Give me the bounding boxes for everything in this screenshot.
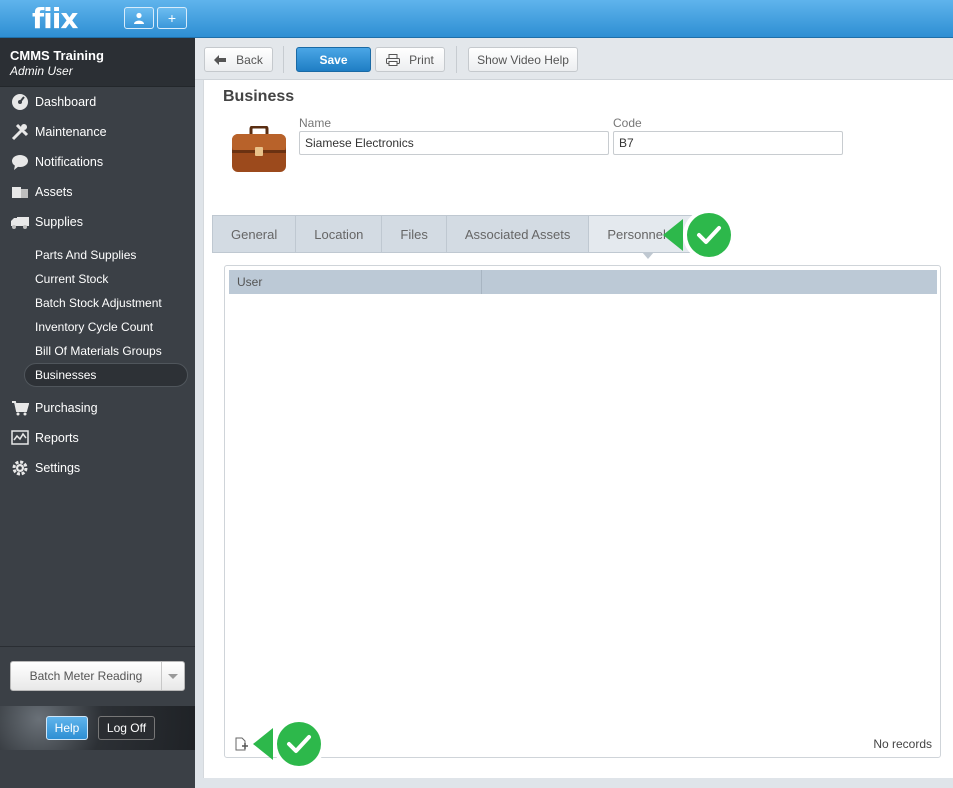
briefcase-icon: [232, 126, 286, 172]
sidebar-item-label: Assets: [35, 185, 73, 199]
sidebar-item-label: Maintenance: [35, 125, 107, 139]
sidebar-item-purchasing[interactable]: Purchasing: [10, 397, 98, 419]
tab-general[interactable]: General: [212, 215, 296, 253]
sidebar-item-settings[interactable]: Settings: [10, 457, 80, 479]
sidebar-header: CMMS Training Admin User: [0, 38, 195, 87]
sidebar-item-label: Dashboard: [35, 95, 97, 109]
user-role: Admin User: [10, 64, 73, 78]
toolbar-divider: [456, 46, 457, 73]
sidebar-item-supplies[interactable]: Supplies: [10, 211, 83, 233]
back-button[interactable]: Back: [204, 47, 273, 72]
sidebar-item-label: Reports: [35, 431, 79, 445]
page-title: Business: [223, 88, 295, 105]
show-video-help-label: Show Video Help: [477, 52, 569, 67]
toolbar: Back Save Print Show Video Help: [195, 38, 953, 80]
arrow-left-icon: [214, 54, 227, 65]
dashboard-icon: [10, 93, 30, 111]
truck-icon: [10, 213, 30, 231]
batch-meter-reading-label: Batch Meter Reading: [11, 662, 162, 690]
name-label: Name: [299, 116, 332, 130]
tools-icon: [10, 123, 30, 141]
grid-header: User: [229, 270, 937, 294]
user-profile-button[interactable]: [124, 7, 154, 29]
help-button[interactable]: Help: [46, 716, 88, 740]
add-new-button[interactable]: +: [157, 7, 187, 29]
code-label: Code: [613, 116, 642, 130]
sidebar-item-assets[interactable]: Assets: [10, 181, 73, 203]
sidebar-item-label: Notifications: [35, 155, 104, 169]
personnel-grid: User No records: [224, 265, 941, 758]
chart-icon: [10, 429, 30, 447]
no-records-text: No records: [873, 737, 932, 751]
save-label: Save: [319, 52, 348, 67]
sidebar-item-notifications[interactable]: Notifications: [10, 151, 103, 173]
sidebar-subitem-batch-stock-adjustment[interactable]: Batch Stock Adjustment: [35, 296, 162, 310]
batch-meter-reading-button[interactable]: Batch Meter Reading: [10, 661, 185, 691]
tab-files[interactable]: Files: [381, 215, 446, 253]
plus-icon: +: [167, 10, 177, 26]
column-header-user[interactable]: User: [229, 270, 482, 294]
sidebar-subitem-inventory-cycle-count[interactable]: Inventory Cycle Count: [35, 320, 153, 334]
sidebar-subitem-current-stock[interactable]: Current Stock: [35, 272, 108, 286]
cart-icon: [10, 399, 30, 417]
user-icon: [134, 12, 144, 24]
printer-icon: [386, 53, 401, 66]
sidebar-subitem-businesses[interactable]: Businesses: [35, 368, 96, 382]
tab-location[interactable]: Location: [295, 215, 382, 253]
sidebar-item-label: Purchasing: [35, 401, 98, 415]
fiix-logo[interactable]: fiix: [32, 2, 78, 36]
sidebar-item-dashboard[interactable]: Dashboard: [10, 91, 96, 113]
tab-bar: General Location Files Associated Assets…: [212, 215, 707, 259]
name-input[interactable]: [299, 131, 609, 155]
checkmark-badge-icon: [253, 718, 325, 770]
show-video-help-button[interactable]: Show Video Help: [468, 47, 578, 72]
back-label: Back: [236, 52, 263, 67]
sidebar-item-label: Supplies: [35, 215, 83, 229]
checkmark-badge-icon: [663, 209, 735, 261]
sidebar-item-maintenance[interactable]: Maintenance: [10, 121, 107, 143]
gear-icon: [10, 459, 30, 477]
business-form: Business Name Code General Location File…: [203, 80, 953, 778]
toolbar-divider: [283, 46, 284, 73]
tab-associated-assets[interactable]: Associated Assets: [445, 215, 589, 253]
boxes-icon: [10, 183, 30, 201]
sidebar-subitem-parts-and-supplies[interactable]: Parts And Supplies: [35, 248, 136, 262]
sidebar-subitem-bill-of-materials-groups[interactable]: Bill Of Materials Groups: [35, 344, 162, 358]
code-input[interactable]: [613, 131, 843, 155]
speech-bubble-icon: [10, 153, 30, 171]
log-off-button[interactable]: Log Off: [98, 716, 155, 740]
org-name: CMMS Training: [10, 48, 104, 63]
add-record-icon[interactable]: [234, 737, 248, 751]
top-bar: fiix +: [0, 0, 953, 38]
chevron-down-icon[interactable]: [168, 674, 178, 679]
sidebar-item-reports[interactable]: Reports: [10, 427, 79, 449]
print-button[interactable]: Print: [375, 47, 445, 72]
sidebar-item-label: Settings: [35, 461, 81, 475]
save-button[interactable]: Save: [296, 47, 371, 72]
print-label: Print: [409, 52, 434, 67]
